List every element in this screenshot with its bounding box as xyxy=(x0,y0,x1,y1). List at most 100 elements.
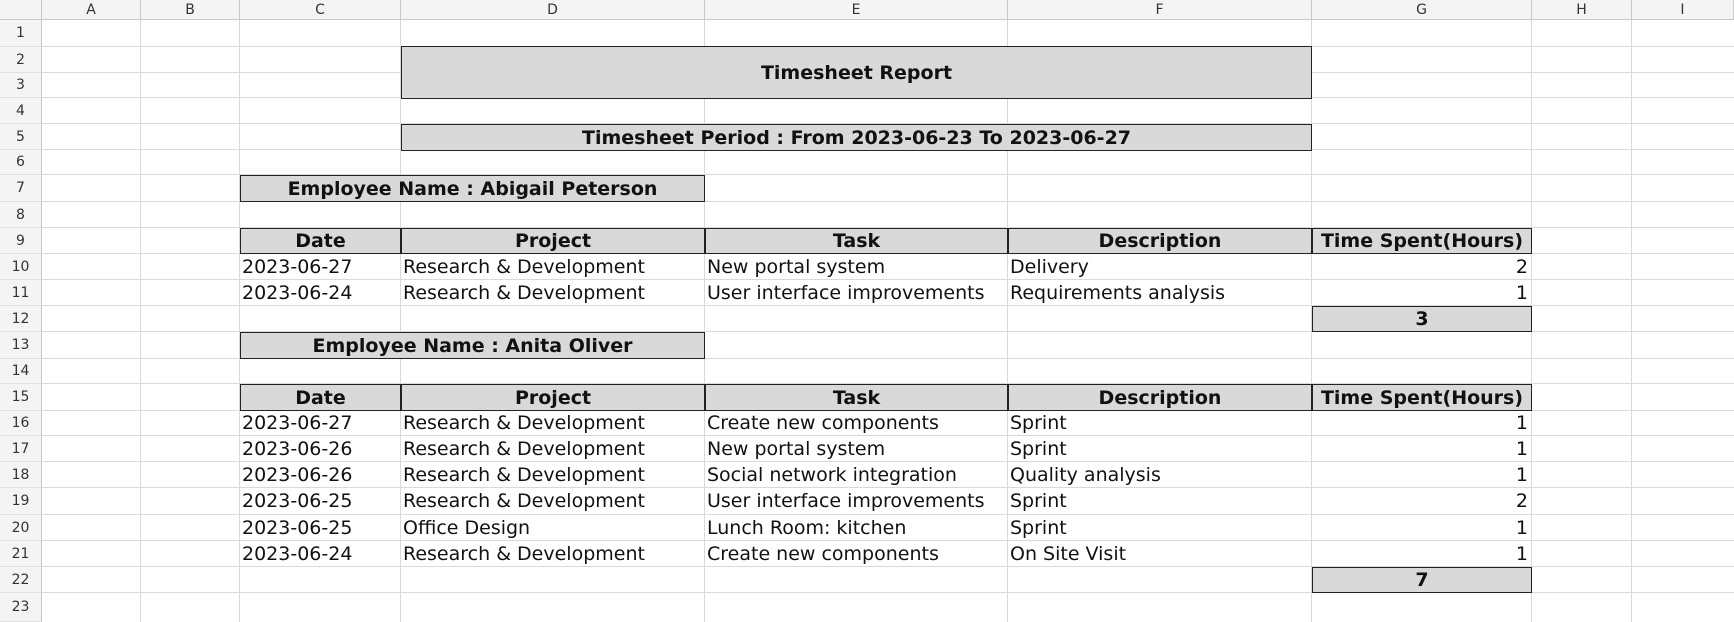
row-header-14[interactable]: 14 xyxy=(0,359,42,384)
employee-name[interactable]: Employee Name : Anita Oliver xyxy=(240,332,705,359)
row-header-18[interactable]: 18 xyxy=(0,462,42,488)
row-header-3[interactable]: 3 xyxy=(0,73,42,98)
cell-date[interactable]: 2023-06-27 xyxy=(242,254,397,280)
cell-project[interactable]: Research & Development xyxy=(403,488,701,515)
cell-hours[interactable]: 1 xyxy=(1314,541,1528,567)
column-header-e[interactable]: E xyxy=(705,0,1008,20)
cell-description[interactable]: Sprint xyxy=(1010,436,1308,462)
cell-task[interactable]: New portal system xyxy=(707,254,1004,280)
cell-date[interactable]: 2023-06-26 xyxy=(242,462,397,488)
row-header-12[interactable]: 12 xyxy=(0,306,42,332)
cell-task[interactable]: Lunch Room: kitchen xyxy=(707,515,1004,541)
cell-project[interactable]: Research & Development xyxy=(403,280,701,306)
table-header-task[interactable]: Task xyxy=(705,384,1008,411)
table-header-date[interactable]: Date xyxy=(240,228,401,254)
column-header-b[interactable]: B xyxy=(141,0,240,20)
cell-date[interactable]: 2023-06-24 xyxy=(242,280,397,306)
row-header-1[interactable]: 1 xyxy=(0,20,42,47)
total-hours-value: 3 xyxy=(1415,308,1429,330)
row-header-13[interactable]: 13 xyxy=(0,332,42,359)
cell-description[interactable]: On Site Visit xyxy=(1010,541,1308,567)
row-header-2[interactable]: 2 xyxy=(0,47,42,73)
cell-task[interactable]: Create new components xyxy=(707,541,1004,567)
table-header-hours[interactable]: Time Spent(Hours) xyxy=(1312,384,1532,411)
row-header-19[interactable]: 19 xyxy=(0,488,42,515)
column-header-c[interactable]: C xyxy=(240,0,401,20)
grid-vertical-line xyxy=(704,20,705,622)
employee-name-text: Employee Name : Abigail Peterson xyxy=(287,177,658,200)
cell-hours[interactable]: 1 xyxy=(1314,436,1528,462)
cell-description[interactable]: Sprint xyxy=(1010,411,1308,436)
cell-project[interactable]: Research & Development xyxy=(403,411,701,436)
cell-hours[interactable]: 1 xyxy=(1314,411,1528,436)
cell-project[interactable]: Research & Development xyxy=(403,541,701,567)
table-header-description[interactable]: Description xyxy=(1008,384,1312,411)
row-header-9[interactable]: 9 xyxy=(0,228,42,254)
table-header-date[interactable]: Date xyxy=(240,384,401,411)
column-header-g[interactable]: G xyxy=(1312,0,1532,20)
total-hours[interactable]: 3 xyxy=(1312,306,1532,332)
cell-date[interactable]: 2023-06-26 xyxy=(242,436,397,462)
cell-description[interactable]: Delivery xyxy=(1010,254,1308,280)
cell-hours[interactable]: 2 xyxy=(1314,488,1528,515)
row-header-8[interactable]: 8 xyxy=(0,202,42,228)
row-header-22[interactable]: 22 xyxy=(0,567,42,593)
grid-vertical-line xyxy=(140,20,141,622)
spreadsheet-grid[interactable]: ABCDEFGHI 1 2 3 4 5 6 7 8 9 10 11 12 13 14 15 16 17 18 19 2… xyxy=(0,0,1734,622)
cell-hours[interactable]: 1 xyxy=(1314,462,1528,488)
cell-hours[interactable]: 1 xyxy=(1314,280,1528,306)
column-header-a[interactable]: A xyxy=(42,0,141,20)
timesheet-period-text: Timesheet Period : From 2023-06-23 To 20… xyxy=(581,126,1132,149)
table-header-project[interactable]: Project xyxy=(401,384,705,411)
row-header-4[interactable]: 4 xyxy=(0,98,42,124)
cell-description[interactable]: Quality analysis xyxy=(1010,462,1308,488)
column-header-h[interactable]: H xyxy=(1532,0,1632,20)
cell-task[interactable]: User interface improvements xyxy=(707,488,1004,515)
timesheet-period[interactable]: Timesheet Period : From 2023-06-23 To 20… xyxy=(401,124,1312,151)
cell-task[interactable]: User interface improvements xyxy=(707,280,1004,306)
total-hours[interactable]: 7 xyxy=(1312,567,1532,593)
cell-task[interactable]: Social network integration xyxy=(707,462,1004,488)
cell-project[interactable]: Research & Development xyxy=(403,436,701,462)
cell-project[interactable]: Research & Development xyxy=(403,462,701,488)
cell-date[interactable]: 2023-06-24 xyxy=(242,541,397,567)
cell-project[interactable]: Office Design xyxy=(403,515,701,541)
cell-description[interactable]: Sprint xyxy=(1010,488,1308,515)
table-header-description[interactable]: Description xyxy=(1008,228,1312,254)
cell-hours[interactable]: 1 xyxy=(1314,515,1528,541)
column-header-i[interactable]: I xyxy=(1632,0,1734,20)
grid-vertical-line xyxy=(1631,20,1632,622)
row-header-16[interactable]: 16 xyxy=(0,411,42,436)
row-header-15[interactable]: 15 xyxy=(0,384,42,411)
report-title[interactable]: Timesheet Report xyxy=(401,46,1312,99)
total-hours-value: 7 xyxy=(1415,569,1429,591)
cell-date[interactable]: 2023-06-27 xyxy=(242,411,397,436)
row-header-5[interactable]: 5 xyxy=(0,124,42,150)
employee-name[interactable]: Employee Name : Abigail Peterson xyxy=(240,175,705,202)
employee-name-text: Employee Name : Anita Oliver xyxy=(312,334,633,357)
cell-description[interactable]: Sprint xyxy=(1010,515,1308,541)
cell-project[interactable]: Research & Development xyxy=(403,254,701,280)
cell-date[interactable]: 2023-06-25 xyxy=(242,488,397,515)
row-header-11[interactable]: 11 xyxy=(0,280,42,306)
column-header-f[interactable]: F xyxy=(1008,0,1312,20)
cell-description[interactable]: Requirements analysis xyxy=(1010,280,1308,306)
row-header-23[interactable]: 23 xyxy=(0,593,42,622)
table-header-task[interactable]: Task xyxy=(705,228,1008,254)
table-header-hours[interactable]: Time Spent(Hours) xyxy=(1312,228,1532,254)
column-header-d[interactable]: D xyxy=(401,0,705,20)
table-header-project[interactable]: Project xyxy=(401,228,705,254)
row-header-17[interactable]: 17 xyxy=(0,436,42,462)
row-header-6[interactable]: 6 xyxy=(0,150,42,175)
cell-task[interactable]: New portal system xyxy=(707,436,1004,462)
row-header-20[interactable]: 20 xyxy=(0,515,42,541)
grid-vertical-line xyxy=(1007,20,1008,622)
cell-task[interactable]: Create new components xyxy=(707,411,1004,436)
row-header-10[interactable]: 10 xyxy=(0,254,42,280)
cell-date[interactable]: 2023-06-25 xyxy=(242,515,397,541)
cell-hours[interactable]: 2 xyxy=(1314,254,1528,280)
grid-vertical-line xyxy=(400,20,401,622)
row-header-7[interactable]: 7 xyxy=(0,175,42,202)
select-all-corner[interactable] xyxy=(0,0,42,20)
row-header-21[interactable]: 21 xyxy=(0,541,42,567)
